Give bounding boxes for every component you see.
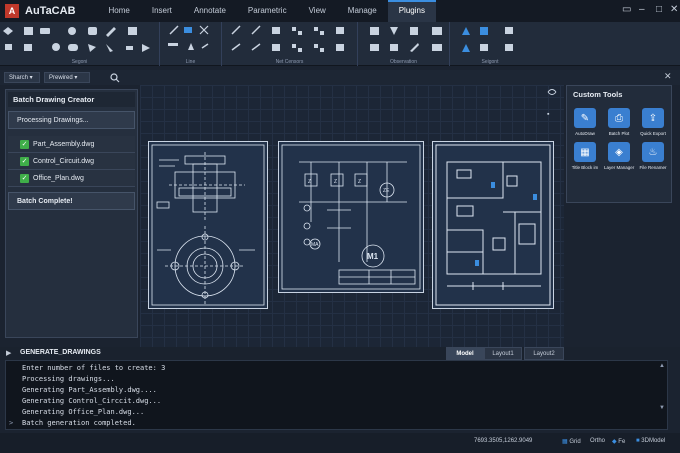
view-tools-icons[interactable]: [358, 22, 450, 58]
predefined-dropdown[interactable]: Prewired ▾: [44, 72, 90, 83]
svg-text:MA: MA: [311, 242, 319, 248]
ribbon-group-seigont: Seigont: [450, 22, 530, 66]
search-dropdown[interactable]: Sharch ▾: [4, 72, 40, 83]
tool-quick-export[interactable]: ⇪ Quick Export: [638, 108, 668, 136]
tab-insert[interactable]: Insert: [141, 0, 183, 22]
command-title: GENERATE_DRAWINGS: [20, 349, 101, 356]
quick-export-icon: ⇪: [642, 108, 664, 128]
command-line: Processing drawings...: [22, 375, 115, 383]
tab-layout1[interactable]: Layout1: [484, 347, 522, 360]
close-icon[interactable]: ✕: [670, 4, 678, 15]
tab-layout2[interactable]: Layout2: [524, 347, 564, 360]
command-line: Batch generation completed.: [22, 419, 136, 427]
panel-title: Custom Tools: [573, 90, 623, 99]
office-plan-drawing: [435, 144, 551, 306]
svg-text:Z: Z: [334, 179, 337, 185]
autodraw-icon: ✎: [574, 108, 596, 128]
title-block-icon: ▦: [574, 142, 596, 162]
ribbon-group-line: Line: [160, 22, 222, 66]
tool-title-block[interactable]: ▦ Title Block im: [570, 142, 600, 170]
drawing-canvas[interactable]: ▪ Z Z Z ZE MA M1: [140, 85, 564, 347]
tool-layer-manager[interactable]: ◈ Layer Manager: [604, 142, 634, 170]
scroll-down-icon[interactable]: ▼: [659, 405, 665, 411]
ribbon: Segoni Line Net Censors Observation Seig…: [0, 22, 680, 66]
ortho-toggle[interactable]: Ortho: [590, 438, 605, 444]
file-item-control-circuit[interactable]: ✓ Control_Circuit.dwg: [8, 153, 135, 170]
tab-model[interactable]: Model: [446, 347, 484, 360]
maximize-icon[interactable]: □: [656, 4, 662, 15]
tool-autodraw[interactable]: ✎ AutoDraw: [570, 108, 600, 136]
svg-text:ZE: ZE: [383, 188, 390, 194]
fe-icon: ◆: [612, 439, 617, 445]
minimize-icon[interactable]: –: [639, 4, 645, 15]
part-assembly-drawing: [151, 144, 265, 306]
panel-title: Batch Drawing Creator: [8, 92, 135, 107]
utility-tools-icons[interactable]: [450, 22, 530, 58]
secondary-toolbar: Sharch ▾ Prewired ▾ ✕: [0, 70, 680, 85]
drawing-sheet-control-circuit[interactable]: Z Z Z ZE MA M1: [278, 141, 424, 293]
modify-tools-icons[interactable]: [222, 22, 358, 58]
title-bar: A AuTaCAB Home Insert Annotate Parametri…: [0, 0, 680, 22]
ribbon-group-segoni: Segoni: [0, 22, 160, 66]
tab-annotate[interactable]: Annotate: [183, 0, 237, 22]
check-icon: ✓: [20, 173, 29, 183]
file-renamer-icon: ♨: [642, 142, 664, 162]
drawing-sheet-office-plan[interactable]: [432, 141, 554, 309]
restore-icon[interactable]: ▭: [622, 4, 631, 15]
fe-toggle[interactable]: ◆ Fe: [612, 438, 625, 445]
model-icon: ■: [636, 438, 640, 444]
ribbon-group-label: Observation: [390, 59, 417, 65]
app-name: AuTaCAB: [25, 5, 76, 17]
grid-icon: ▦: [562, 439, 568, 445]
command-line: Generating Office_Plan.dwg...: [22, 408, 145, 416]
command-header: ▶ GENERATE_DRAWINGS Model Layout1 Layout…: [0, 347, 680, 360]
ribbon-group-label: Segoni: [71, 59, 88, 65]
tool-file-renamer[interactable]: ♨ File Renamer: [638, 142, 668, 170]
motor-label: M1: [367, 252, 379, 261]
tab-home[interactable]: Home: [98, 0, 141, 22]
coordinate-readout: 7693.3505,1262.9049: [474, 438, 533, 444]
control-circuit-drawing: Z Z Z ZE MA M1: [281, 144, 421, 290]
model-toggle[interactable]: ■ 3DModel: [636, 438, 665, 444]
app-logo[interactable]: A: [5, 4, 19, 18]
ribbon-group-observation: Observation: [358, 22, 450, 66]
status-bar: 7693.3505,1262.9049 ▦ Grid Ortho ◆ Fe ■ …: [0, 433, 680, 453]
check-icon: ✓: [20, 139, 29, 149]
ribbon-group-label: Line: [185, 59, 196, 65]
ribbon-group-label: Net Censors: [275, 59, 304, 65]
prompt-icon: >: [9, 419, 14, 427]
draw-tools-icons[interactable]: [0, 22, 160, 58]
file-item-part-assembly[interactable]: ✓ Part_Assembly.dwg: [8, 136, 135, 153]
tab-parametric[interactable]: Parametric: [237, 0, 298, 22]
ribbon-group-net-censors: Net Censors: [222, 22, 358, 66]
svg-text:Z: Z: [308, 179, 311, 185]
search-icon[interactable]: [110, 73, 120, 83]
command-line: Generating Control_Circcit.dwg...: [22, 397, 162, 405]
batch-complete-status: Batch Complete!: [8, 192, 135, 210]
tab-manage[interactable]: Manage: [337, 0, 388, 22]
layer-manager-icon: ◈: [608, 142, 630, 162]
command-output[interactable]: Enter number of files to create: 3 Proce…: [5, 360, 668, 430]
line-tools-icons[interactable]: [160, 22, 222, 58]
custom-tools-panel: Custom Tools ✎ AutoDraw ⎙ Batch Plot ⇪ Q…: [566, 85, 672, 203]
nav-icon[interactable]: ▪: [547, 111, 549, 118]
scroll-up-icon[interactable]: ▲: [659, 363, 665, 369]
tab-plugins[interactable]: Plugins: [387, 0, 436, 22]
ribbon-group-label: Seigont: [481, 59, 499, 65]
batch-drawing-panel: Batch Drawing Creator Processing Drawing…: [5, 89, 138, 338]
command-line: Generating Part_Assembly.dwg....: [22, 386, 157, 394]
processing-status: Processing Drawings...: [8, 111, 135, 129]
batch-plot-icon: ⎙: [608, 108, 630, 128]
command-line: Enter number of files to create: 3: [22, 364, 166, 372]
tab-view[interactable]: View: [298, 0, 337, 22]
check-icon: ✓: [20, 156, 29, 166]
file-item-office-plan[interactable]: ✓ Office_Plan.dwg: [8, 170, 135, 187]
grid-toggle[interactable]: ▦ Grid: [562, 438, 581, 445]
command-icon[interactable]: ▶: [6, 349, 11, 357]
tool-batch-plot[interactable]: ⎙ Batch Plot: [604, 108, 634, 136]
svg-text:Z: Z: [358, 179, 361, 185]
drawing-sheet-part-assembly[interactable]: [148, 141, 268, 309]
viewcube-icon[interactable]: [546, 87, 558, 97]
close-icon[interactable]: ✕: [664, 71, 672, 82]
